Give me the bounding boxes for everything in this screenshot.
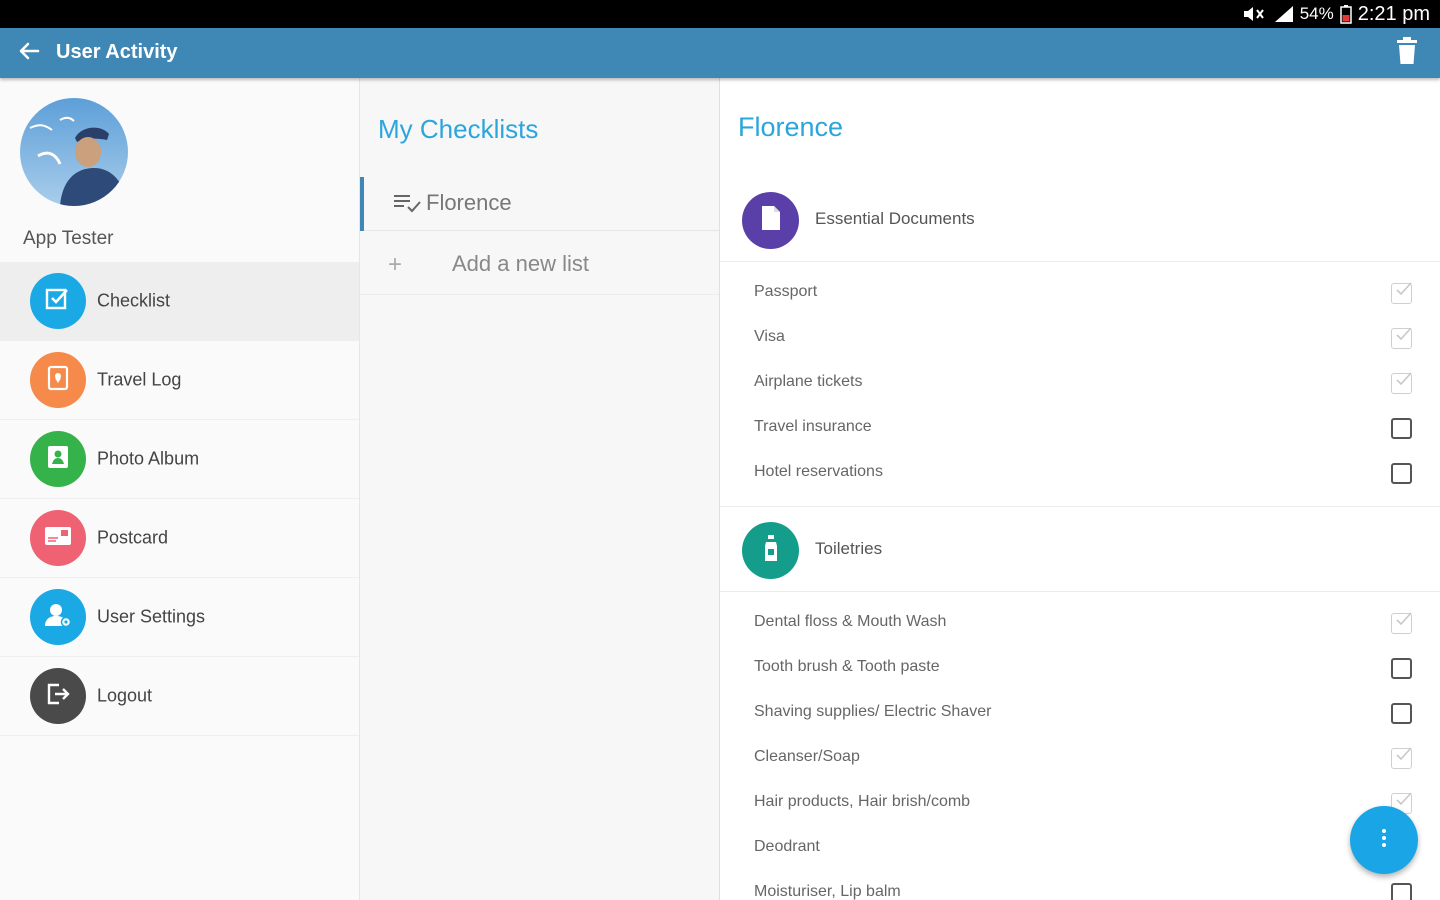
add-list-button[interactable]: + Add a new list xyxy=(360,231,719,295)
category-header-toiletries: Toiletries xyxy=(720,508,1440,592)
menu-label: Checklist xyxy=(97,290,171,311)
bottle-icon xyxy=(762,534,780,567)
checkbox-unchecked[interactable] xyxy=(1391,418,1412,439)
checklist-row[interactable]: Shaving supplies/ Electric Shaver xyxy=(720,691,1440,736)
postcard-icon xyxy=(44,525,72,552)
status-bar: 54% 2:21 pm xyxy=(0,0,1440,28)
checklist-row[interactable]: Dental floss & Mouth Wash xyxy=(720,601,1440,646)
category-label: Toiletries xyxy=(815,539,883,558)
menu-icon-circle xyxy=(30,352,86,408)
status-indicators: 54% 2:21 pm xyxy=(1242,3,1430,25)
app-toolbar: User Activity xyxy=(0,28,1440,78)
back-button[interactable] xyxy=(14,39,44,67)
item-label: Tooth brush & Tooth paste xyxy=(754,658,940,675)
menu-item-logout[interactable]: Logout xyxy=(0,657,359,736)
checklist-row[interactable]: Hotel reservations xyxy=(720,451,1440,507)
checkbox-checked[interactable] xyxy=(1391,282,1412,304)
profile-name: App Tester xyxy=(23,228,114,249)
menu-item-user-settings[interactable]: User Settings xyxy=(0,578,359,657)
checklist-row[interactable]: Cleanser/Soap xyxy=(720,736,1440,781)
checklist-item-florence[interactable]: Florence xyxy=(360,177,719,231)
avatar[interactable] xyxy=(20,98,128,206)
item-label: Cleanser/Soap xyxy=(754,748,860,765)
item-label: Visa xyxy=(754,328,785,345)
item-label: Dental floss & Mouth Wash xyxy=(754,613,947,630)
document-icon xyxy=(760,205,782,236)
checklist-row[interactable]: Travel insurance xyxy=(720,406,1440,451)
more-options-fab[interactable] xyxy=(1350,806,1418,874)
menu-item-travel-log[interactable]: Travel Log xyxy=(0,341,359,420)
checklist-title: Florence xyxy=(738,112,844,142)
more-vertical-icon xyxy=(1381,828,1387,853)
menu-icon-circle xyxy=(30,510,86,566)
page-title: User Activity xyxy=(56,41,178,63)
checkbox-checked[interactable] xyxy=(1391,612,1412,634)
signal-icon xyxy=(1274,5,1294,23)
item-label: Passport xyxy=(754,283,818,300)
list-check-icon xyxy=(392,191,422,220)
plus-icon: + xyxy=(388,251,403,278)
category-label: Essential Documents xyxy=(815,209,975,228)
selection-indicator xyxy=(360,177,364,231)
clock: 2:21 pm xyxy=(1357,2,1430,25)
category-icon-circle xyxy=(742,522,799,579)
menu-item-postcard[interactable]: Postcard xyxy=(0,499,359,578)
checklist-row[interactable]: Tooth brush & Tooth paste xyxy=(720,646,1440,691)
item-label: Moisturiser, Lip balm xyxy=(754,883,901,900)
add-list-label: Add a new list xyxy=(452,251,589,276)
category-icon-circle xyxy=(742,192,799,249)
checklists-title: My Checklists xyxy=(378,114,539,144)
trash-icon xyxy=(1396,36,1418,70)
side-menu: Checklist Travel Log Photo Album Postcar… xyxy=(0,262,359,736)
checklist-row[interactable]: Moisturiser, Lip balm xyxy=(720,871,1440,900)
category-header-essential-documents: Essential Documents xyxy=(720,178,1440,262)
item-label: Hair products, Hair brish/comb xyxy=(754,793,971,810)
checkbox-checked[interactable] xyxy=(1391,327,1412,349)
battery-icon xyxy=(1339,4,1352,24)
user-settings-icon xyxy=(44,602,72,633)
checklist-row[interactable]: Visa xyxy=(720,316,1440,361)
item-label: Travel insurance xyxy=(754,418,872,435)
checklist-row[interactable]: Passport xyxy=(720,271,1440,316)
checkbox-unchecked[interactable] xyxy=(1391,463,1412,484)
menu-icon-circle xyxy=(30,668,86,724)
navigation-drawer: App Tester Checklist Travel Log Photo Al… xyxy=(0,78,360,900)
checklist-row[interactable]: Airplane tickets xyxy=(720,361,1440,406)
menu-item-checklist[interactable]: Checklist xyxy=(0,262,359,341)
battery-percent: 54% xyxy=(1299,4,1334,23)
checklist-item-label: Florence xyxy=(426,190,512,215)
mute-icon xyxy=(1242,5,1268,23)
checkbox-checked[interactable] xyxy=(1391,372,1412,394)
menu-item-photo-album[interactable]: Photo Album xyxy=(0,420,359,499)
checklist-row[interactable]: Hair products, Hair brish/comb xyxy=(720,781,1440,826)
item-label: Airplane tickets xyxy=(754,373,863,390)
checklist-icon xyxy=(45,286,71,317)
menu-icon-circle xyxy=(30,589,86,645)
menu-icon-circle xyxy=(30,273,86,329)
menu-label: Postcard xyxy=(97,527,169,548)
menu-label: Logout xyxy=(97,685,153,706)
menu-icon-circle xyxy=(30,431,86,487)
checkbox-unchecked[interactable] xyxy=(1391,703,1412,724)
arrow-left-icon xyxy=(18,41,40,66)
item-label: Hotel reservations xyxy=(754,463,883,480)
checklists-panel: My Checklists Florence + Add a new list xyxy=(360,78,720,900)
menu-label: Travel Log xyxy=(97,369,182,390)
item-label: Deodrant xyxy=(754,838,820,855)
checklist-detail: Florence Essential Documents Passport Vi… xyxy=(720,78,1440,900)
checkbox-checked[interactable] xyxy=(1391,747,1412,769)
item-label: Shaving supplies/ Electric Shaver xyxy=(754,703,992,720)
menu-label: User Settings xyxy=(97,606,206,627)
logout-icon xyxy=(45,681,71,712)
map-marker-icon xyxy=(46,365,70,396)
checkbox-unchecked[interactable] xyxy=(1391,883,1412,900)
menu-label: Photo Album xyxy=(97,448,200,469)
checkbox-unchecked[interactable] xyxy=(1391,658,1412,679)
delete-button[interactable] xyxy=(1394,36,1420,70)
photo-icon xyxy=(46,444,70,475)
checklist-row[interactable]: Deodrant xyxy=(720,826,1440,871)
